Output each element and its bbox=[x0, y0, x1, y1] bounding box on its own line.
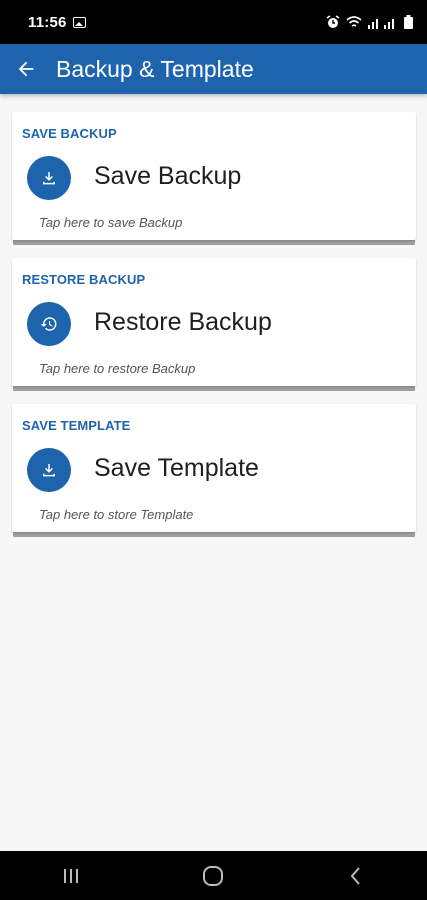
restore-backup-icon-button[interactable] bbox=[27, 302, 71, 346]
back-nav-button[interactable] bbox=[326, 856, 386, 896]
card-title: Save Backup bbox=[94, 162, 242, 190]
save-backup-icon-button[interactable] bbox=[27, 156, 71, 200]
recent-apps-icon bbox=[64, 868, 79, 883]
history-icon bbox=[40, 317, 57, 331]
app-bar: Backup & Template bbox=[0, 44, 427, 94]
save-template-card[interactable]: SAVE TEMPLATE Save Template Tap here to … bbox=[12, 404, 416, 532]
home-icon bbox=[203, 865, 224, 886]
card-subtitle: Tap here to store Template bbox=[39, 507, 194, 522]
status-bar: 11:56 bbox=[0, 0, 427, 44]
system-nav-bar bbox=[0, 851, 427, 900]
page-title: Backup & Template bbox=[56, 55, 254, 82]
save-backup-card[interactable]: SAVE BACKUP Save Backup Tap here to save… bbox=[12, 112, 416, 240]
download-icon bbox=[43, 172, 55, 185]
card-section-label: RESTORE BACKUP bbox=[22, 272, 146, 287]
chevron-left-icon bbox=[350, 866, 360, 885]
wifi-icon bbox=[346, 15, 362, 27]
gallery-icon bbox=[72, 16, 86, 28]
download-icon bbox=[43, 464, 55, 477]
card-title: Restore Backup bbox=[94, 308, 272, 336]
recent-apps-button[interactable] bbox=[41, 856, 101, 896]
alarm-icon bbox=[326, 15, 340, 28]
card-subtitle: Tap here to restore Backup bbox=[39, 361, 196, 376]
status-icons bbox=[326, 15, 413, 29]
card-subtitle: Tap here to save Backup bbox=[39, 215, 183, 230]
card-section-label: SAVE BACKUP bbox=[22, 126, 117, 141]
save-template-icon-button[interactable] bbox=[27, 448, 71, 492]
home-button[interactable] bbox=[183, 856, 243, 896]
restore-backup-card[interactable]: RESTORE BACKUP Restore Backup Tap here t… bbox=[12, 258, 416, 386]
back-button[interactable] bbox=[6, 49, 46, 89]
battery-icon bbox=[404, 15, 413, 29]
status-time: 11:56 bbox=[28, 13, 67, 31]
arrow-back-icon bbox=[18, 61, 34, 77]
card-title: Save Template bbox=[94, 454, 259, 482]
signal-icon bbox=[368, 18, 394, 29]
card-section-label: SAVE TEMPLATE bbox=[22, 418, 131, 433]
